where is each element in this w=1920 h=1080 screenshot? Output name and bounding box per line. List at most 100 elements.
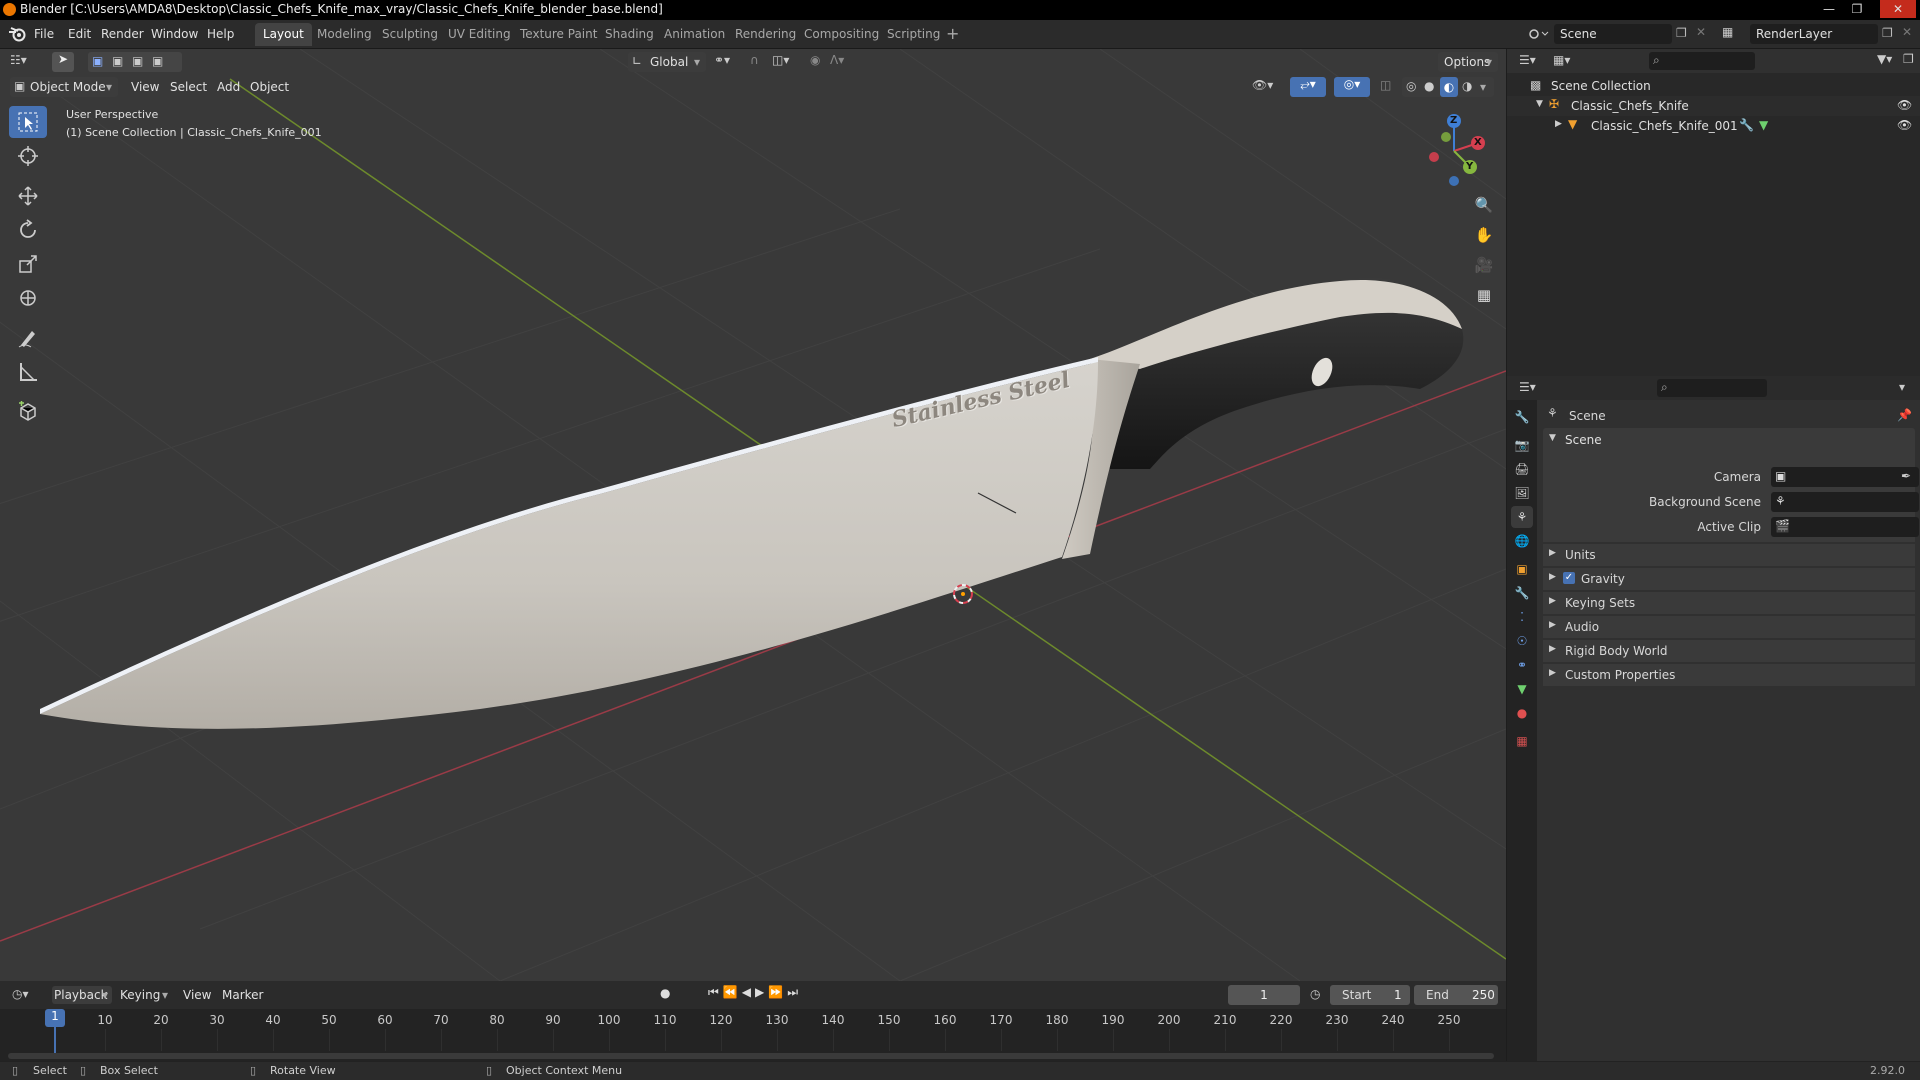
- scene-browse-icon[interactable]: [1526, 24, 1552, 44]
- tab-compositing[interactable]: Compositing: [796, 23, 887, 46]
- annotate-tool[interactable]: [9, 322, 47, 354]
- units-panel-header[interactable]: ▶ Units: [1543, 544, 1915, 566]
- tab-texture[interactable]: ▦: [1511, 730, 1533, 752]
- timeline-ruler[interactable]: 10 20 30 40 50 60 70 80 90 100 110 120 130 140 150 160 1…: [0, 1009, 1506, 1061]
- rotate-tool[interactable]: [9, 214, 47, 246]
- proportional-edit-icon[interactable]: ◉: [810, 53, 820, 67]
- tab-modeling[interactable]: Modeling: [309, 23, 380, 46]
- expand-arrow-icon[interactable]: ▼: [1536, 99, 1543, 109]
- gravity-checkbox[interactable]: ✓: [1563, 572, 1575, 584]
- xray-toggle-icon[interactable]: ◫: [1380, 78, 1391, 92]
- falloff-icon[interactable]: Λ▾: [830, 53, 844, 67]
- start-frame-field[interactable]: Start 1: [1330, 985, 1410, 1005]
- tab-tool[interactable]: 🔧: [1511, 406, 1533, 428]
- editor-type-icon[interactable]: ◷▾: [12, 987, 29, 1001]
- tab-rendering[interactable]: Rendering: [727, 23, 804, 46]
- solid-shading-icon[interactable]: ●: [1424, 79, 1434, 93]
- move-tool[interactable]: [9, 180, 47, 212]
- pivot-point-icon[interactable]: ⚭▾: [714, 53, 730, 67]
- camera-field[interactable]: ▣ ✒: [1771, 467, 1919, 487]
- add-cube-tool[interactable]: [9, 396, 47, 428]
- gizmo-toggle-icon[interactable]: ⥂▾: [1290, 77, 1326, 97]
- tab-animation[interactable]: Animation: [656, 23, 733, 46]
- tab-material[interactable]: ●: [1511, 702, 1533, 724]
- scene-panel-header[interactable]: ▼ Scene: [1543, 428, 1915, 452]
- add-workspace-icon[interactable]: +: [946, 24, 959, 43]
- tool-select-icon[interactable]: ➤: [52, 52, 74, 72]
- new-scene-icon[interactable]: ❐: [1676, 26, 1687, 40]
- tab-scripting[interactable]: Scripting: [879, 23, 948, 46]
- tab-render[interactable]: 📷: [1511, 434, 1533, 456]
- tab-particles[interactable]: ⁚: [1511, 606, 1533, 628]
- eye-icon[interactable]: 👁: [1897, 118, 1912, 132]
- timeline-scrollbar[interactable]: [8, 1053, 1494, 1059]
- jump-end-icon[interactable]: ⏭: [787, 985, 802, 999]
- transform-tool[interactable]: [9, 282, 47, 314]
- view-layer-icon[interactable]: ▦: [1722, 25, 1733, 39]
- active-clip-field[interactable]: 🎬: [1771, 517, 1919, 537]
- tab-data[interactable]: ▼: [1511, 678, 1533, 700]
- playhead[interactable]: 1: [45, 1009, 65, 1027]
- tab-output[interactable]: 🖨: [1511, 458, 1533, 480]
- timeline-menu-view[interactable]: View: [183, 988, 211, 1002]
- close-button[interactable]: ✕: [1880, 0, 1916, 18]
- playback-menu[interactable]: Playback ▾: [52, 986, 112, 1004]
- menu-help[interactable]: Help: [207, 27, 234, 41]
- menu-edit[interactable]: Edit: [68, 27, 91, 41]
- menu-render[interactable]: Render: [101, 27, 144, 41]
- rendered-shading-icon[interactable]: ◑: [1462, 79, 1472, 93]
- minimize-button[interactable]: —: [1816, 0, 1842, 18]
- tab-world[interactable]: 🌐: [1511, 530, 1533, 552]
- 3d-viewport[interactable]: Stainless Steel ☷▾ ➤ ▣ ▣ ▣ ▣ ∟ Global ▾ …: [0, 49, 1506, 981]
- menu-window[interactable]: Window: [151, 27, 198, 41]
- mode-dropdown[interactable]: ▣ Object Mode ▾: [10, 77, 118, 97]
- tab-scene[interactable]: ⚘: [1511, 506, 1533, 528]
- new-collection-icon[interactable]: ❐: [1903, 52, 1914, 66]
- tab-shading[interactable]: Shading: [597, 23, 662, 46]
- filter-icon[interactable]: ▼▾: [1877, 52, 1892, 66]
- ortho-view-button[interactable]: ▦: [1470, 281, 1498, 309]
- tab-object[interactable]: ▣: [1511, 558, 1533, 580]
- tab-constraints[interactable]: ⚭: [1511, 654, 1533, 676]
- eye-icon[interactable]: 👁: [1897, 98, 1912, 112]
- select-subtract-icon[interactable]: ▣: [132, 54, 143, 68]
- pan-view-button[interactable]: ✋: [1470, 221, 1498, 249]
- options-dropdown[interactable]: Options ▾: [1438, 52, 1498, 72]
- outliner-row-collection[interactable]: ▼ ✠ Classic_Chefs_Knife 👁: [1507, 96, 1920, 116]
- play-reverse-icon[interactable]: ◀: [742, 985, 755, 999]
- current-frame-field[interactable]: 1: [1228, 985, 1300, 1005]
- tab-modifiers[interactable]: 🔧: [1511, 582, 1533, 604]
- select-new-icon[interactable]: ▣: [92, 54, 103, 68]
- select-extend-icon[interactable]: ▣: [112, 54, 123, 68]
- timeline-menu-marker[interactable]: Marker: [222, 988, 263, 1002]
- tab-texture-paint[interactable]: Texture Paint: [512, 23, 605, 46]
- editor-type-icon[interactable]: ☰▾: [1519, 380, 1536, 394]
- cursor-tool[interactable]: [9, 140, 47, 172]
- shading-mode-group[interactable]: ◎ ● ◐ ◑ ▾: [1402, 77, 1494, 97]
- remove-view-layer-icon[interactable]: ✕: [1902, 25, 1912, 39]
- jump-keyframe-forward-icon[interactable]: ⏩: [768, 985, 787, 999]
- scale-tool[interactable]: [9, 248, 47, 280]
- rigid-body-world-panel-header[interactable]: ▶ Rigid Body World: [1543, 640, 1915, 662]
- select-box-tool[interactable]: [9, 106, 47, 138]
- mesh-data-icon[interactable]: ▼: [1759, 118, 1768, 132]
- tab-sculpting[interactable]: Sculpting: [374, 23, 446, 46]
- auto-keying-icon[interactable]: ●: [660, 986, 670, 1000]
- transform-orientation-dropdown[interactable]: ∟ Global ▾: [628, 52, 706, 72]
- keying-menu[interactable]: Keying ▾: [118, 986, 174, 1004]
- editor-type-icon[interactable]: ☷▾: [10, 53, 27, 67]
- expand-arrow-icon[interactable]: ▶: [1555, 119, 1562, 129]
- visibility-icon[interactable]: 👁▾: [1252, 78, 1273, 92]
- menu-object[interactable]: Object: [250, 80, 289, 94]
- end-frame-field[interactable]: End 250: [1414, 985, 1498, 1005]
- menu-file[interactable]: File: [34, 27, 54, 41]
- wireframe-shading-icon[interactable]: ◎: [1406, 79, 1416, 93]
- maximize-button[interactable]: ❐: [1844, 0, 1870, 18]
- blender-menu-icon[interactable]: [8, 26, 26, 42]
- keying-sets-panel-header[interactable]: ▶ Keying Sets: [1543, 592, 1915, 614]
- select-mode-group[interactable]: ▣ ▣ ▣ ▣: [88, 52, 182, 72]
- scene-selector[interactable]: Scene: [1554, 24, 1672, 44]
- select-invert-icon[interactable]: ▣: [152, 54, 163, 68]
- display-mode-icon[interactable]: ▦▾: [1553, 53, 1570, 67]
- pin-icon[interactable]: 📌: [1897, 408, 1912, 422]
